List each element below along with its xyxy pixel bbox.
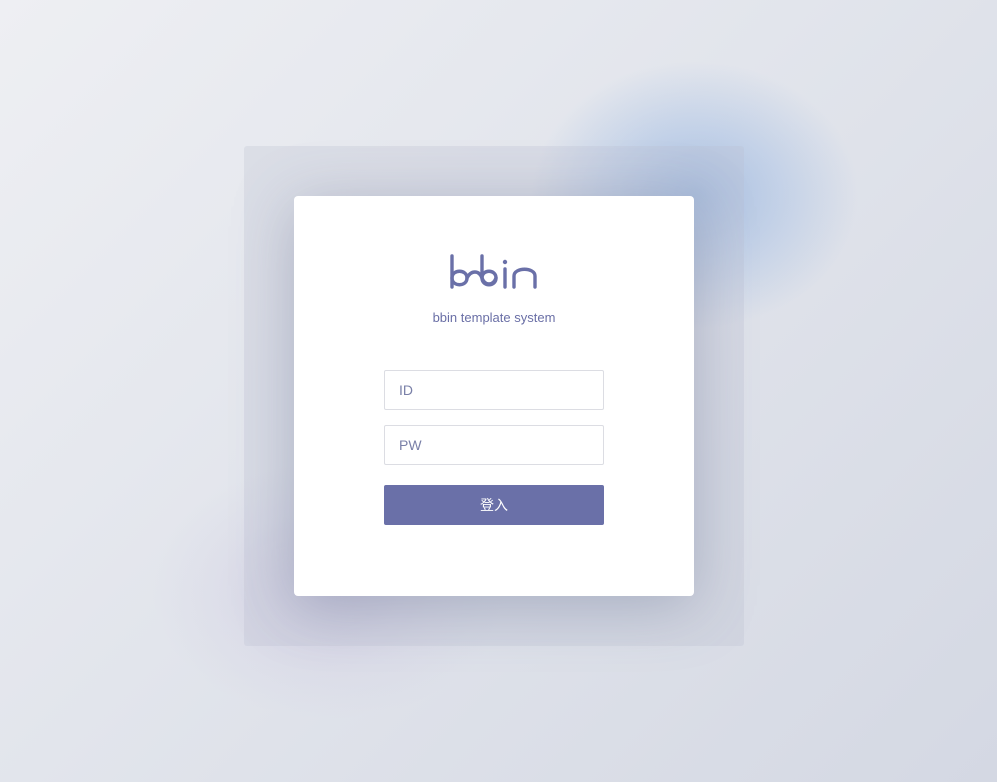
login-button[interactable]: 登入 (384, 485, 604, 525)
password-input[interactable] (384, 425, 604, 465)
bbin-logo (450, 254, 537, 289)
login-card: bbin template system 登入 (294, 196, 694, 596)
system-subtitle: bbin template system (432, 310, 556, 325)
id-input[interactable] (384, 370, 604, 410)
